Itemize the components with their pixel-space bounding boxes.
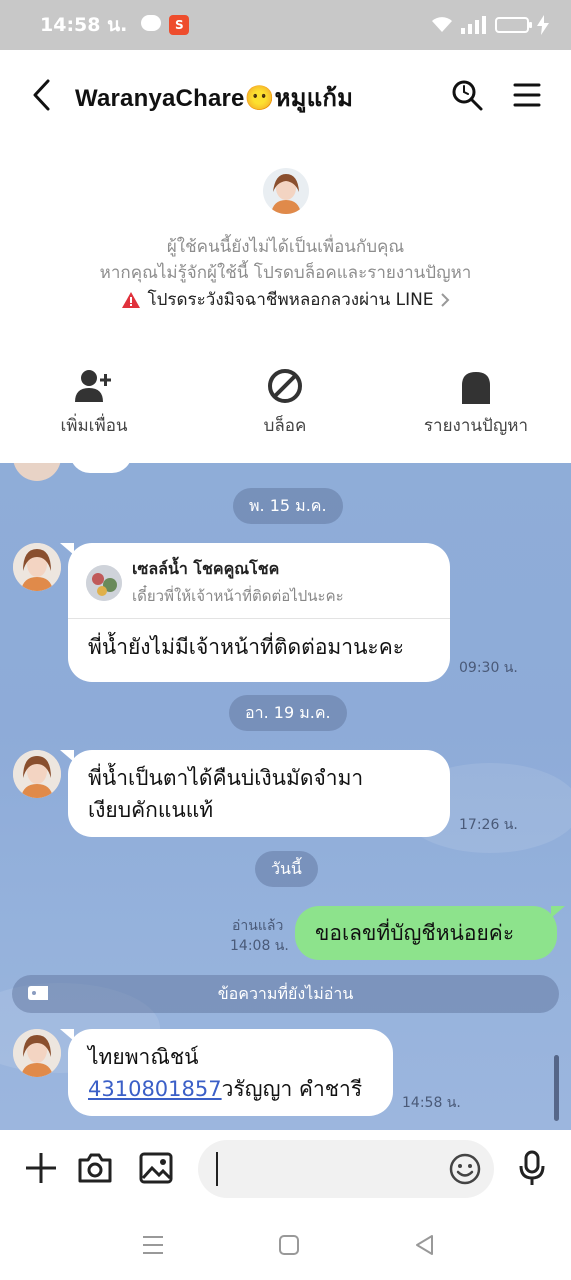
signal-icon — [461, 16, 486, 34]
sender-avatar[interactable] — [13, 1029, 61, 1077]
recent-apps-icon[interactable] — [140, 1232, 166, 1258]
report-button[interactable]: รายงานปัญหา — [396, 360, 556, 439]
plus-button[interactable] — [21, 1148, 61, 1188]
tag-icon — [28, 986, 48, 1000]
menu-icon[interactable] — [512, 80, 542, 110]
message-text-line-2: 4310801857วรัญญา คำชารี — [88, 1073, 373, 1105]
scrollbar[interactable] — [554, 1055, 559, 1121]
date-divider: วันนี้ — [255, 851, 318, 887]
block-button[interactable]: บล็อค — [205, 360, 365, 439]
account-number-link[interactable]: 4310801857 — [88, 1077, 222, 1101]
shopee-notification-icon: S — [169, 15, 190, 35]
back-nav-icon[interactable] — [412, 1232, 438, 1258]
account-name: วรัญญา คำชารี — [221, 1077, 363, 1101]
message-text-line-1: พี่น้ำเป็นตาได้คืนบ่เงินมัดจำมา — [88, 766, 364, 790]
wifi-icon — [432, 17, 452, 32]
read-receipt: อ่านแล้ว — [232, 918, 284, 934]
sender-avatar[interactable] — [13, 543, 61, 591]
back-icon[interactable] — [28, 78, 58, 112]
status-bar: 14:58 น. S — [0, 0, 571, 50]
message-text-line-2: เงียบคักแนแท้ — [88, 798, 214, 822]
message-time: 09:30 น. — [459, 660, 518, 676]
chat-header: WaranyaChare😶หมูแก้ม — [0, 50, 571, 140]
date-divider: พ. 15 ม.ค. — [233, 488, 343, 524]
emoji-icon[interactable] — [448, 1152, 482, 1186]
warning-text: โปรดระวังมิจฉาชีพหลอกลวงผ่าน LINE — [147, 290, 434, 310]
message-bubble[interactable]: ไทยพาณิชน์ 4310801857วรัญญา คำชารี — [60, 1029, 393, 1116]
message-time: 17:26 น. — [459, 817, 518, 833]
image-icon — [139, 1152, 173, 1184]
message-text-line-1: ไทยพาณิชน์ — [88, 1045, 199, 1069]
message-text: ขอเลขที่บัญชีหน่อยค่ะ — [315, 921, 515, 945]
notice-line-1: ผู้ใช้คนนี้ยังไม่ได้เป็นเพื่อนกับคุณ — [166, 237, 405, 257]
stranger-notice: ผู้ใช้คนนี้ยังไม่ได้เป็นเพื่อนกับคุณ หาก… — [0, 168, 571, 314]
battery-icon — [495, 17, 532, 33]
report-label: รายงานปัญหา — [423, 416, 529, 436]
message-time: 14:08 น. — [230, 938, 289, 954]
sender-avatar[interactable] — [13, 463, 61, 481]
warning-icon — [122, 292, 141, 308]
home-icon[interactable] — [276, 1232, 302, 1258]
sender-avatar[interactable] — [13, 750, 61, 798]
voice-button[interactable] — [512, 1148, 552, 1188]
quoted-message[interactable]: เซลล์น้ำ โชคคูณโชค เดี๋ยวพี่ให้เจ้าหน้าท… — [68, 543, 450, 619]
camera-icon — [78, 1153, 112, 1183]
previous-message-bubble[interactable] — [70, 463, 132, 473]
add-friend-icon — [75, 370, 111, 402]
line-notification-icon — [141, 15, 162, 31]
message-field[interactable] — [198, 1140, 494, 1198]
notice-line-2: หากคุณไม่รู้จักผู้ใช้นี้ โปรดบล็อคและราย… — [99, 263, 472, 283]
system-navigation-bar — [0, 1210, 571, 1280]
stranger-actions: เพิ่มเพื่อน บล็อค รายงานปัญหา — [0, 360, 571, 440]
message-input-bar — [0, 1130, 571, 1210]
quoted-sender-name: เซลล์น้ำ โชคคูณโชค — [132, 559, 280, 578]
search-icon[interactable] — [450, 78, 484, 112]
add-friend-label: เพิ่มเพื่อน — [60, 416, 128, 436]
message-text: พี่น้ำยังไม่มีเจ้าหน้าที่ติดต่อมานะคะ — [88, 635, 405, 659]
report-icon — [462, 372, 490, 404]
reply-message-bubble[interactable]: เซลล์น้ำ โชคคูณโชค เดี๋ยวพี่ให้เจ้าหน้าท… — [60, 543, 450, 682]
camera-button[interactable] — [75, 1148, 115, 1188]
quoted-thumbnail — [86, 564, 122, 601]
gallery-button[interactable] — [136, 1148, 176, 1188]
message-bubble[interactable]: พี่น้ำเป็นตาได้คืนบ่เงินมัดจำมา เงียบคัก… — [60, 750, 450, 837]
plus-icon — [26, 1153, 56, 1183]
message-time: 14:58 น. — [402, 1095, 461, 1111]
contact-avatar[interactable] — [262, 168, 309, 214]
add-friend-button[interactable]: เพิ่มเพื่อน — [14, 360, 174, 439]
status-time: 14:58 น. — [40, 14, 128, 36]
block-icon — [268, 369, 302, 403]
unread-divider: ข้อความที่ยังไม่อ่าน — [12, 975, 559, 1013]
message-input[interactable] — [216, 1152, 436, 1186]
chat-title: WaranyaChare😶หมูแก้ม — [75, 85, 354, 112]
my-message-bubble[interactable]: ขอเลขที่บัญชีหน่อยค่ะ — [295, 906, 565, 960]
unread-label: ข้อความที่ยังไม่อ่าน — [217, 984, 354, 1003]
quoted-text: เดี๋ยวพี่ให้เจ้าหน้าที่ติดต่อไปนะคะ — [132, 587, 344, 605]
block-label: บล็อค — [263, 416, 307, 436]
scam-warning-link[interactable]: โปรดระวังมิจฉาชีพหลอกลวงผ่าน LINE — [0, 286, 571, 314]
chat-area[interactable]: พ. 15 ม.ค. เซลล์น้ำ โชคคูณโชค เดี๋ยวพี่ใ… — [0, 463, 571, 1130]
date-divider: อา. 19 ม.ค. — [229, 695, 347, 731]
charging-icon — [537, 15, 549, 35]
chevron-right-icon — [440, 293, 449, 307]
microphone-icon — [519, 1150, 545, 1185]
